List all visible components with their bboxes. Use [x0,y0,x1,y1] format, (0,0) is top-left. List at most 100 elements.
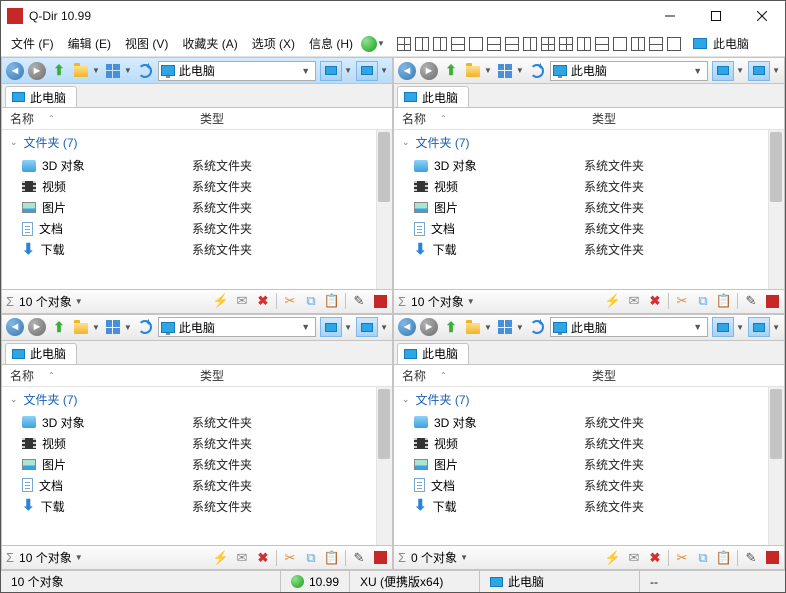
layout-v4-icon[interactable] [631,37,645,51]
cut-icon[interactable]: ✂ [282,293,298,309]
folder-button[interactable] [464,62,482,80]
view-grid-button[interactable] [104,62,122,80]
menu-view[interactable]: 视图 (V) [119,32,174,55]
layout-q3-icon[interactable] [559,37,573,51]
view-grid-button[interactable] [496,62,514,80]
nav-back-button[interactable]: ◄ [398,318,416,336]
globe-icon[interactable] [361,36,377,52]
layout-s3-icon[interactable] [667,37,681,51]
list-item[interactable]: 图片系统文件夹 [394,197,784,218]
scrollbar[interactable] [768,130,784,289]
copy-icon[interactable]: ⧉ [303,293,319,309]
view-grid-button[interactable] [496,318,514,336]
group-header[interactable]: ⌄文件夹 (7) [2,130,392,155]
edit-icon[interactable]: ✎ [743,293,759,309]
nav-forward-button[interactable]: ► [420,62,438,80]
scroll-thumb[interactable] [378,132,390,202]
nav-up-button[interactable]: ⬆ [442,62,460,80]
menu-edit[interactable]: 编辑 (E) [62,32,117,55]
cut-icon[interactable]: ✂ [674,293,690,309]
chevron-down-icon[interactable]: ▼ [344,66,352,75]
col-name[interactable]: 名称⌃ [394,108,584,129]
nav-forward-button[interactable]: ► [28,318,46,336]
layout-vsplit-icon[interactable] [415,37,429,51]
layout-s2-icon[interactable] [613,37,627,51]
layout-h4-icon[interactable] [595,37,609,51]
list-item[interactable]: 图片系统文件夹 [2,197,392,218]
folder-button[interactable] [72,62,90,80]
list-item[interactable]: 文档系统文件夹 [2,218,392,239]
paste-icon[interactable]: 📋 [324,293,340,309]
chevron-down-icon[interactable]: ▼ [124,66,132,75]
tab-thispc[interactable]: 此电脑 [397,86,469,107]
file-list[interactable]: ⌄文件夹 (7)3D 对象系统文件夹视频系统文件夹图片系统文件夹文档系统文件夹⬇… [2,387,392,546]
layout-vsplit2-icon[interactable] [433,37,447,51]
folder-button[interactable] [464,318,482,336]
col-type[interactable]: 类型 [584,108,624,129]
refresh-button[interactable] [528,62,546,80]
mail-icon[interactable]: ✉ [626,293,642,309]
col-name[interactable]: 名称⌃ [2,108,192,129]
address-bar[interactable]: 此电脑▼ [158,317,316,337]
close-button[interactable] [739,1,785,31]
nav-up-button[interactable]: ⬆ [50,318,68,336]
nav-forward-button[interactable]: ► [420,318,438,336]
nav-up-button[interactable]: ⬆ [442,318,460,336]
delete-icon[interactable]: ✖ [647,293,663,309]
nav-back-button[interactable]: ◄ [6,62,24,80]
nav-back-button[interactable]: ◄ [6,318,24,336]
monitor-button-1[interactable] [320,61,342,81]
list-item[interactable]: ⬇下载系统文件夹 [394,239,784,260]
paste-icon[interactable]: 📋 [716,293,732,309]
address-bar[interactable]: 此电脑▼ [550,317,708,337]
nav-back-button[interactable]: ◄ [398,62,416,80]
layout-v2-icon[interactable] [523,37,537,51]
list-item[interactable]: 视频系统文件夹 [2,176,392,197]
layout-h2-icon[interactable] [487,37,501,51]
copy-icon[interactable]: ⧉ [695,293,711,309]
chevron-down-icon[interactable]: ▼ [75,297,83,306]
address-bar[interactable]: 此电脑 ▼ [158,61,316,81]
bolt-icon[interactable]: ⚡ [605,293,621,309]
refresh-button[interactable] [136,62,154,80]
list-item[interactable]: 3D 对象系统文件夹 [2,155,392,176]
chevron-down-icon[interactable]: ▼ [377,39,385,48]
tab-thispc[interactable]: 此电脑 [5,86,77,107]
address-bar[interactable]: 此电脑▼ [550,61,708,81]
chevron-down-icon[interactable]: ▼ [92,66,100,75]
file-list[interactable]: ⌄文件夹 (7)3D 对象系统文件夹视频系统文件夹图片系统文件夹文档系统文件夹⬇… [394,387,784,546]
monitor-icon[interactable] [693,38,707,49]
monitor-button-1[interactable] [712,61,734,81]
nav-up-button[interactable]: ⬆ [50,62,68,80]
col-type[interactable]: 类型 [192,108,232,129]
red-square-icon[interactable] [764,293,780,309]
chevron-down-icon[interactable]: ▼ [380,66,388,75]
folder-button[interactable] [72,318,90,336]
menu-thispc[interactable]: 此电脑 [709,35,753,52]
menu-favorites[interactable]: 收藏夹 (A) [176,32,243,55]
list-item[interactable]: ⬇下载系统文件夹 [2,239,392,260]
mail-icon[interactable]: ✉ [234,293,250,309]
layout-h5-icon[interactable] [649,37,663,51]
monitor-button-2[interactable] [748,61,770,81]
layout-q2-icon[interactable] [541,37,555,51]
layout-single-icon[interactable] [469,37,483,51]
bolt-icon[interactable]: ⚡ [213,293,229,309]
menu-options[interactable]: 选项 (X) [246,32,301,55]
delete-icon[interactable]: ✖ [255,293,271,309]
tab-thispc[interactable]: 此电脑 [397,343,469,364]
nav-forward-button[interactable]: ► [28,62,46,80]
refresh-button[interactable] [136,318,154,336]
refresh-button[interactable] [528,318,546,336]
menu-info[interactable]: 信息 (H) [303,32,359,55]
scrollbar[interactable] [376,130,392,289]
layout-quad-icon[interactable] [397,37,411,51]
monitor-button-2[interactable] [356,61,378,81]
edit-icon[interactable]: ✎ [351,293,367,309]
red-square-icon[interactable] [372,293,388,309]
list-item[interactable]: 3D 对象系统文件夹 [394,155,784,176]
view-grid-button[interactable] [104,318,122,336]
file-list[interactable]: ⌄文件夹 (7) 3D 对象系统文件夹 视频系统文件夹 图片系统文件夹 文档系统… [2,130,392,289]
maximize-button[interactable] [693,1,739,31]
file-list[interactable]: ⌄文件夹 (7) 3D 对象系统文件夹 视频系统文件夹 图片系统文件夹 文档系统… [394,130,784,289]
